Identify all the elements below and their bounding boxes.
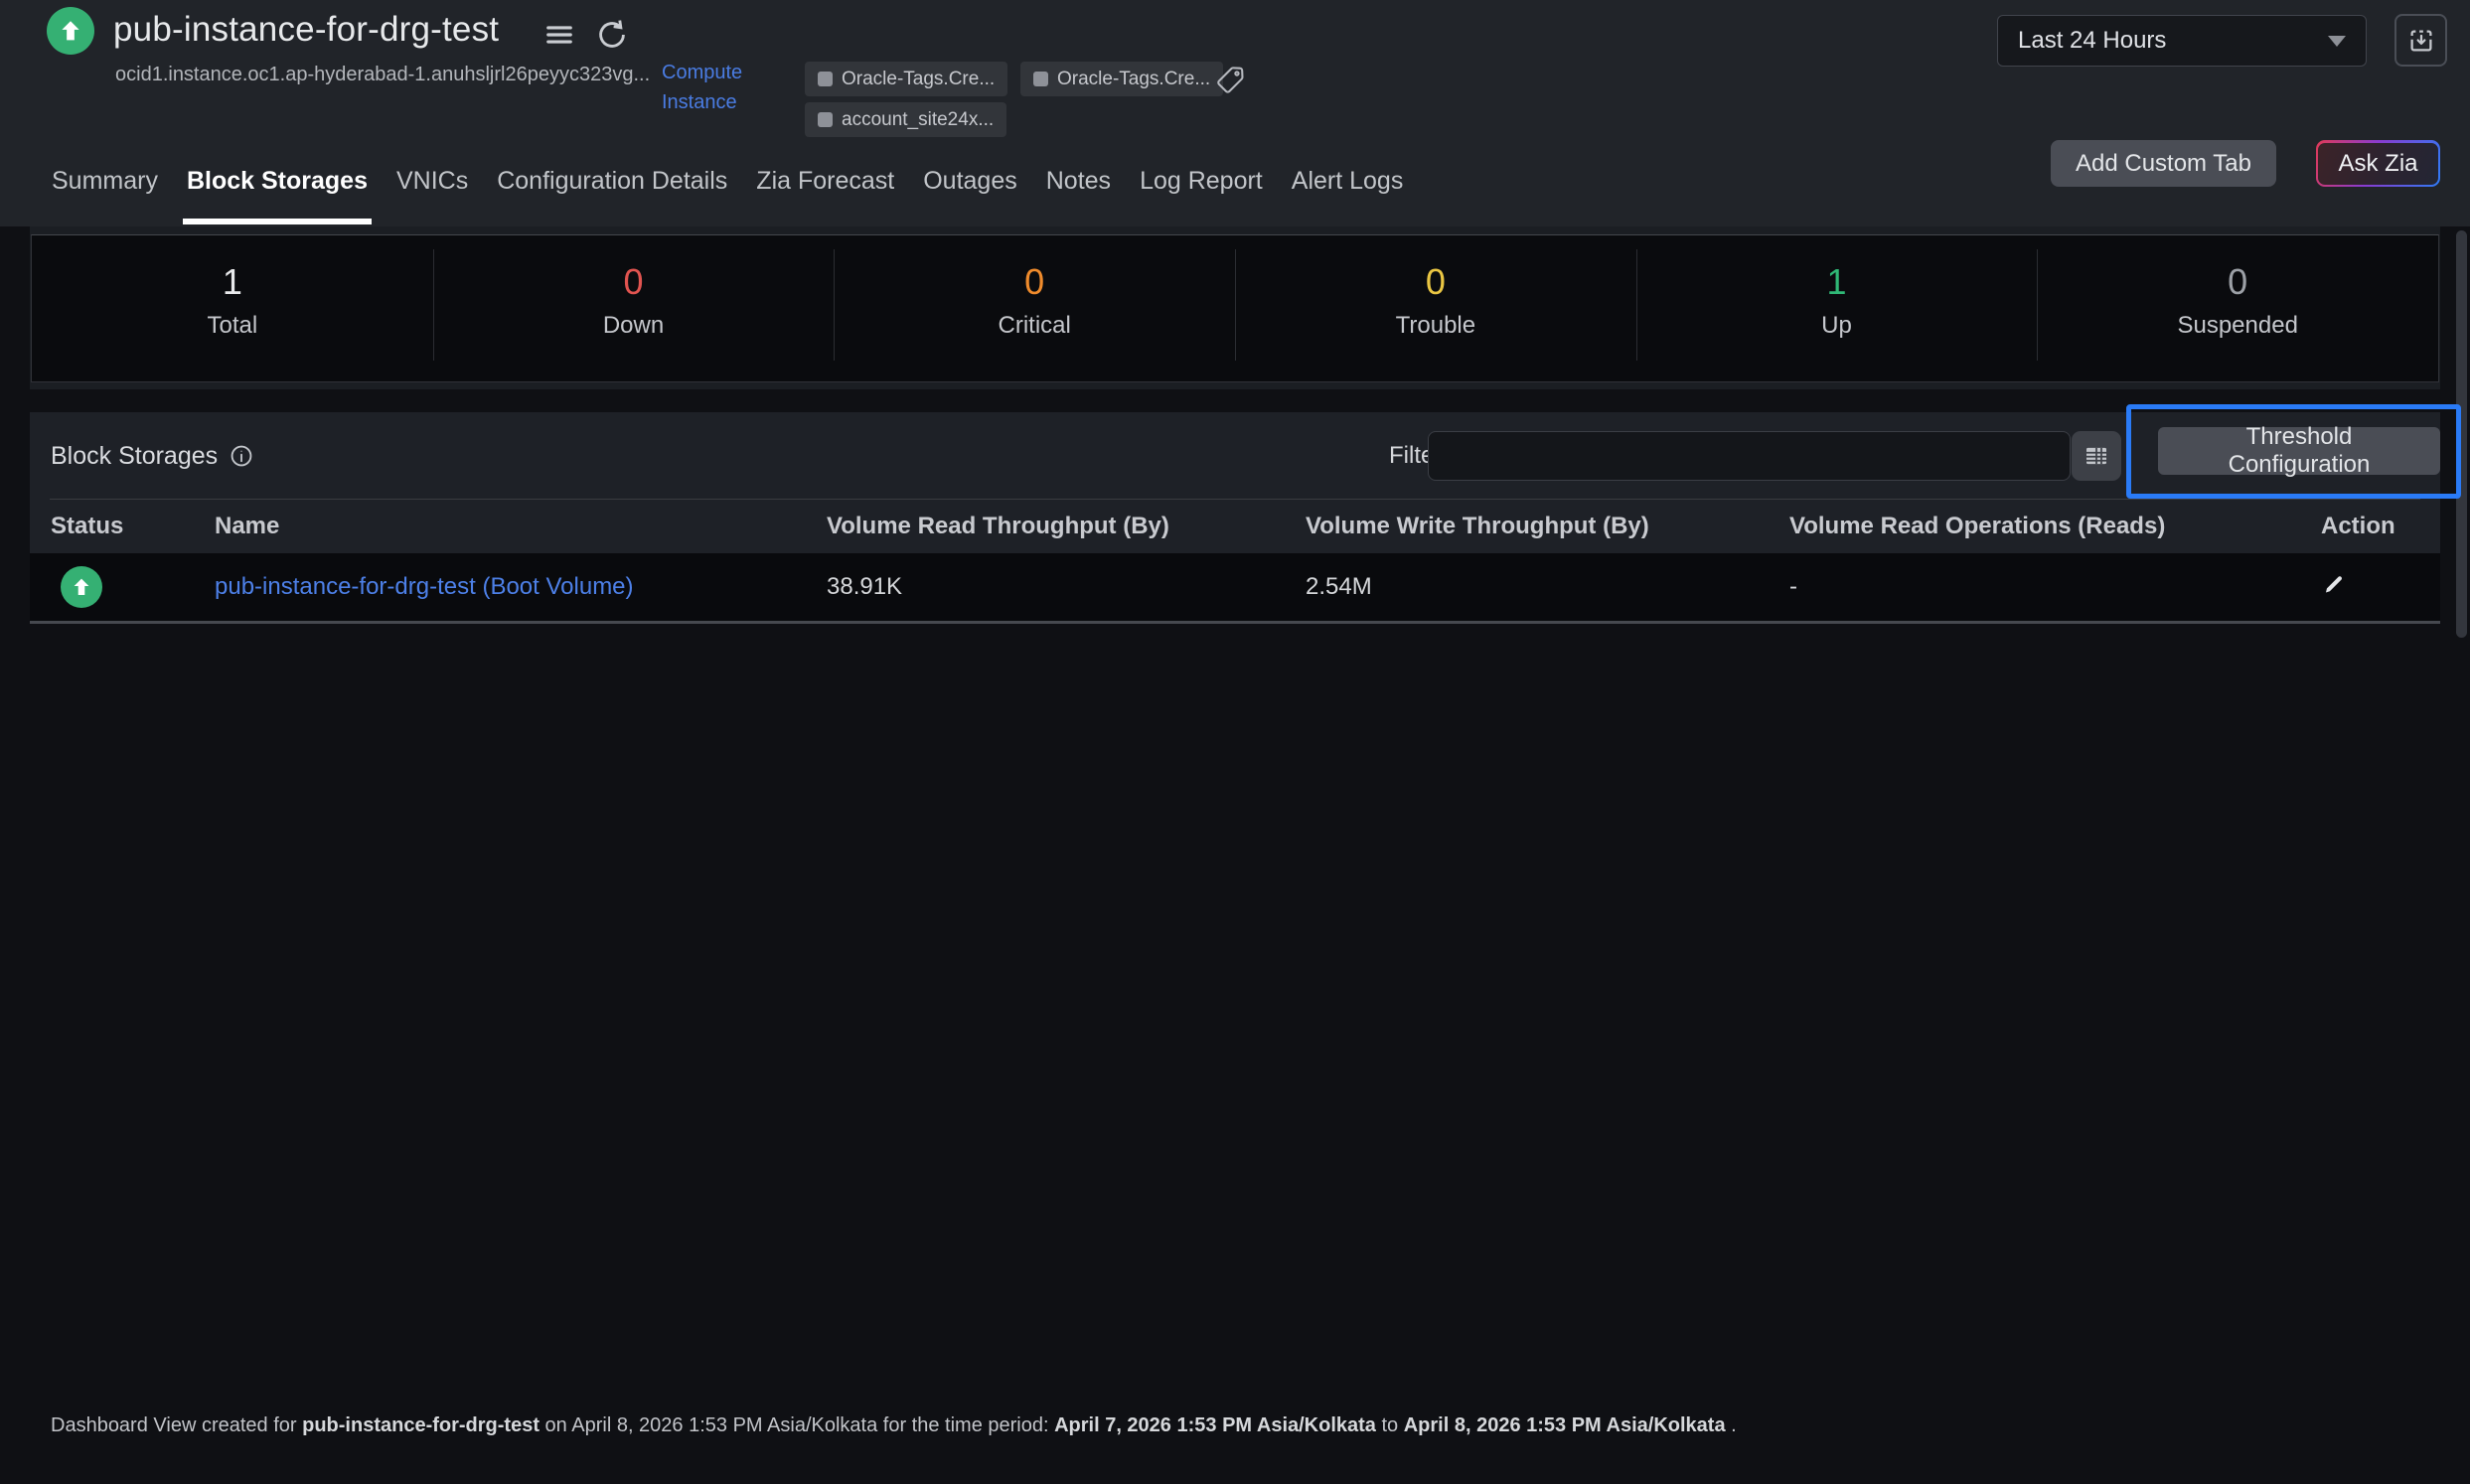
ocid-text: ocid1.instance.oc1.ap-hyderabad-1.anuhsl… xyxy=(115,64,650,86)
table-columns-icon xyxy=(2082,441,2111,471)
stat-suspended[interactable]: 0 Suspended xyxy=(2037,235,2438,381)
stat-label: Suspended xyxy=(2177,312,2297,340)
block-storages-panel: Block Storages Filter xyxy=(30,412,2440,624)
stat-up[interactable]: 1 Up xyxy=(1636,235,2038,381)
expand-view-button[interactable] xyxy=(2394,14,2447,67)
page-title: pub-instance-for-drg-test xyxy=(113,10,499,50)
monitor-type-link[interactable]: Compute Instance xyxy=(662,58,771,117)
write-throughput-value: 2.54M xyxy=(1306,573,1789,601)
chevron-down-icon xyxy=(2328,36,2346,47)
stat-trouble[interactable]: 0 Trouble xyxy=(1235,235,1636,381)
col-action: Action xyxy=(2321,513,2440,540)
tab-block-storages[interactable]: Block Storages xyxy=(187,167,368,202)
footer-text: Dashboard View created for xyxy=(51,1414,302,1436)
tab-vnics[interactable]: VNICs xyxy=(396,167,468,202)
tag-color-swatch xyxy=(818,112,833,127)
stat-value: 1 xyxy=(1827,261,1847,303)
stat-value: 0 xyxy=(623,261,643,303)
read-throughput-value: 38.91K xyxy=(827,573,1306,601)
table-header-row: Status Name Volume Read Throughput (By) … xyxy=(30,500,2440,553)
section-title: Block Storages xyxy=(51,442,218,471)
status-summary-wrap: 1 Total 0 Down 0 Critical 0 Trouble 1 Up… xyxy=(30,226,2440,389)
tag-icon[interactable] xyxy=(1214,64,1247,101)
stat-label: Down xyxy=(603,312,664,340)
tag-label: Oracle-Tags.Cre... xyxy=(1057,69,1210,90)
time-range-value: Last 24 Hours xyxy=(2018,27,2166,55)
tab-configuration-details[interactable]: Configuration Details xyxy=(497,167,727,202)
status-summary-panel: 1 Total 0 Down 0 Critical 0 Trouble 1 Up… xyxy=(31,234,2439,382)
stat-label: Up xyxy=(1821,312,1852,340)
footer-monitor-name: pub-instance-for-drg-test xyxy=(302,1414,540,1436)
read-operations-value: - xyxy=(1789,573,2321,601)
header-bar: pub-instance-for-drg-test ocid1.instance… xyxy=(0,0,2470,226)
threshold-configuration-button[interactable]: Threshold Configuration xyxy=(2158,427,2440,475)
tab-summary[interactable]: Summary xyxy=(52,167,158,202)
tab-alert-logs[interactable]: Alert Logs xyxy=(1292,167,1404,202)
stat-label: Critical xyxy=(999,312,1071,340)
stat-value: 0 xyxy=(1024,261,1044,303)
stat-value: 0 xyxy=(1426,261,1446,303)
tab-notes[interactable]: Notes xyxy=(1046,167,1111,202)
tab-zia-forecast[interactable]: Zia Forecast xyxy=(756,167,894,202)
tag-chip[interactable]: Oracle-Tags.Cre... xyxy=(1020,62,1223,96)
stat-value: 1 xyxy=(223,261,242,303)
monitor-status-up-icon xyxy=(47,7,94,55)
add-custom-tab-button[interactable]: Add Custom Tab xyxy=(2051,140,2276,187)
hamburger-menu-icon[interactable] xyxy=(541,17,577,58)
footer-text: to xyxy=(1376,1414,1404,1436)
dashboard-footer-note: Dashboard View created for pub-instance-… xyxy=(51,1414,1737,1437)
tag-chip[interactable]: account_site24x... xyxy=(805,102,1006,137)
pop-out-icon xyxy=(2406,26,2436,56)
tag-chip[interactable]: Oracle-Tags.Cre... xyxy=(805,62,1007,96)
col-status: Status xyxy=(51,513,215,540)
tab-log-report[interactable]: Log Report xyxy=(1140,167,1263,202)
tag-color-swatch xyxy=(818,72,833,86)
tag-label: account_site24x... xyxy=(842,109,994,131)
tab-outages[interactable]: Outages xyxy=(923,167,1017,202)
col-read-throughput: Volume Read Throughput (By) xyxy=(827,513,1306,540)
tab-actions: Add Custom Tab Ask Zia xyxy=(2051,140,2440,187)
footer-text: on April 8, 2026 1:53 PM Asia/Kolkata fo… xyxy=(540,1414,1054,1436)
stat-critical[interactable]: 0 Critical xyxy=(834,235,1235,381)
block-storages-header-row: Block Storages Filter xyxy=(30,412,2440,500)
vertical-scrollbar-thumb[interactable] xyxy=(2456,230,2467,638)
edit-pencil-icon[interactable] xyxy=(2321,571,2347,604)
up-arrow-icon xyxy=(57,17,84,45)
info-icon[interactable] xyxy=(229,443,254,469)
col-write-throughput: Volume Write Throughput (By) xyxy=(1306,513,1789,540)
stat-label: Total xyxy=(207,312,257,340)
tag-color-swatch xyxy=(1033,72,1048,86)
row-status-up-icon xyxy=(61,566,102,608)
stat-down[interactable]: 0 Down xyxy=(433,235,835,381)
tab-bar: Summary Block Storages VNICs Configurati… xyxy=(52,167,1403,202)
table-row: pub-instance-for-drg-test (Boot Volume) … xyxy=(30,553,2440,624)
stat-value: 0 xyxy=(2228,261,2247,303)
footer-period-end: April 8, 2026 1:53 PM Asia/Kolkata xyxy=(1404,1414,1726,1436)
refresh-icon[interactable] xyxy=(594,17,630,58)
footer-period-start: April 7, 2026 1:53 PM Asia/Kolkata xyxy=(1054,1414,1376,1436)
stat-total[interactable]: 1 Total xyxy=(32,235,433,381)
column-picker-button[interactable] xyxy=(2072,431,2121,481)
volume-name-link[interactable]: pub-instance-for-drg-test (Boot Volume) xyxy=(215,573,634,600)
col-name: Name xyxy=(215,513,827,540)
app-root: pub-instance-for-drg-test ocid1.instance… xyxy=(0,0,2470,1484)
tag-label: Oracle-Tags.Cre... xyxy=(842,69,995,90)
col-read-operations: Volume Read Operations (Reads) xyxy=(1789,513,2321,540)
footer-text: . xyxy=(1726,1414,1737,1436)
stat-label: Trouble xyxy=(1396,312,1475,340)
filter-input[interactable] xyxy=(1428,431,2071,481)
ask-zia-button[interactable]: Ask Zia xyxy=(2316,140,2440,187)
ask-zia-label: Ask Zia xyxy=(2318,143,2437,185)
time-range-dropdown[interactable]: Last 24 Hours xyxy=(1997,15,2367,67)
